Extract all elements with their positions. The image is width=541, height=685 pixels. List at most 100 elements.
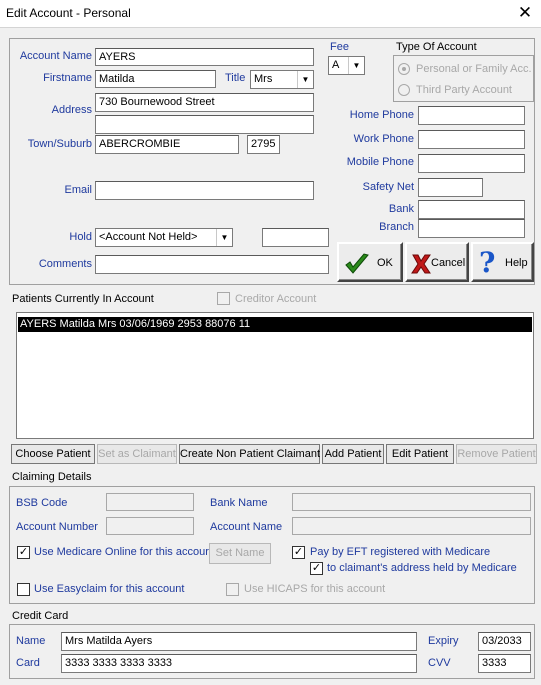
town-label: Town/Suburb	[27, 138, 92, 150]
cvv-label: CVV	[428, 657, 451, 669]
work-phone-label: Work Phone	[353, 133, 414, 145]
card-number-field[interactable]: 3333 3333 3333 3333	[61, 654, 417, 673]
chevron-down-icon: ▼	[348, 57, 364, 74]
email-label: Email	[64, 184, 92, 196]
add-patient-label: Add Patient	[324, 448, 382, 460]
account-number-label: Account Number	[16, 521, 98, 533]
red-x-icon	[411, 254, 431, 274]
work-phone-field[interactable]	[418, 130, 525, 149]
hold-select[interactable]: <Account Not Held> ▼	[95, 228, 233, 247]
email-field[interactable]	[95, 181, 314, 200]
expiry-label: Expiry	[428, 635, 459, 647]
account-name-label: Account Name	[19, 50, 92, 62]
create-non-patient-label: Create Non Patient Claimant	[180, 448, 321, 460]
bsb-code-field[interactable]	[106, 493, 194, 511]
hold-extra-field[interactable]	[262, 228, 329, 247]
edit-patient-button[interactable]: Edit Patient	[386, 444, 454, 464]
title-select[interactable]: Mrs ▼	[250, 70, 314, 89]
medicare-online-label: Use Medicare Online for this accour	[34, 546, 209, 558]
help-label: Help	[505, 257, 528, 269]
checkmark-icon	[345, 253, 369, 274]
cvv-field[interactable]: 3333	[478, 654, 531, 673]
address-line2-field[interactable]	[95, 115, 314, 134]
account-name-field[interactable]: AYERS	[95, 48, 314, 66]
address-line1-field[interactable]: 730 Bournewood Street	[95, 93, 314, 112]
home-phone-label: Home Phone	[349, 109, 414, 121]
fee-select-value: A	[332, 59, 340, 71]
close-button[interactable]: ✕	[516, 3, 534, 23]
medicare-online-checkbox[interactable]: ✓	[17, 546, 30, 559]
mobile-phone-label: Mobile Phone	[346, 156, 414, 168]
comments-field[interactable]	[95, 255, 329, 274]
set-as-claimant-label: Set as Claimant	[98, 448, 176, 460]
bank-name-label: Bank Name	[210, 497, 268, 509]
safety-net-label: Safety Net	[362, 181, 414, 193]
postcode-field[interactable]: 2795	[247, 135, 280, 154]
choose-patient-button[interactable]: Choose Patient	[11, 444, 95, 464]
home-phone-field[interactable]	[418, 106, 525, 125]
firstname-field[interactable]: Matilda	[95, 70, 216, 88]
firstname-label: Firstname	[43, 72, 92, 84]
window-title: Edit Account - Personal	[6, 6, 131, 20]
ok-label: OK	[377, 257, 393, 269]
hold-select-value: <Account Not Held>	[99, 231, 198, 243]
branch-label: Branch	[379, 221, 414, 233]
chevron-down-icon: ▼	[216, 229, 232, 246]
remove-patient-label: Remove Patient	[457, 448, 536, 460]
title-label: Title	[225, 72, 246, 84]
add-patient-button[interactable]: Add Patient	[322, 444, 384, 464]
personal-account-radio[interactable]	[398, 63, 410, 75]
easyclaim-label: Use Easyclaim for this account	[34, 583, 185, 595]
pay-by-eft-checkbox[interactable]: ✓	[292, 546, 305, 559]
edit-patient-label: Edit Patient	[391, 448, 449, 460]
credit-card-label: Credit Card	[12, 610, 69, 622]
ok-button[interactable]: OK	[337, 242, 403, 282]
claim-account-name-label: Account Name	[210, 521, 283, 533]
bank-name-field[interactable]	[292, 493, 531, 511]
set-name-button[interactable]: Set Name	[209, 543, 271, 564]
chevron-down-icon: ▼	[297, 71, 313, 88]
third-party-radio[interactable]	[398, 84, 410, 96]
type-of-account-label: Type Of Account	[396, 41, 477, 53]
claim-account-name-field[interactable]	[292, 517, 531, 535]
help-button[interactable]: ? Help	[471, 242, 534, 282]
remove-patient-button[interactable]: Remove Patient	[456, 444, 537, 464]
town-field[interactable]: ABERCROMBIE	[95, 135, 239, 154]
third-party-label: Third Party Account	[416, 84, 512, 96]
expiry-field[interactable]: 03/2033	[478, 632, 531, 651]
address-label: Address	[51, 104, 92, 116]
branch-field[interactable]	[418, 219, 525, 238]
bank-field[interactable]	[418, 200, 525, 219]
card-name-label: Name	[16, 635, 46, 647]
hold-label: Hold	[69, 231, 92, 243]
pay-by-eft-label: Pay by EFT registered with Medicare	[310, 546, 491, 558]
fee-label: Fee	[330, 41, 349, 53]
choose-patient-label: Choose Patient	[15, 448, 91, 460]
creditor-account-label: Creditor Account	[235, 293, 317, 305]
account-number-field[interactable]	[106, 517, 194, 535]
set-as-claimant-button[interactable]: Set as Claimant	[97, 444, 177, 464]
comments-label: Comments	[38, 258, 92, 270]
bank-label: Bank	[388, 203, 414, 215]
title-select-value: Mrs	[254, 73, 273, 85]
fee-select[interactable]: A ▼	[328, 56, 365, 75]
easyclaim-checkbox[interactable]	[17, 583, 30, 596]
cancel-button[interactable]: Cancel	[405, 242, 469, 282]
help-question-icon: ?	[479, 246, 496, 279]
card-number-label: Card	[16, 657, 40, 669]
set-name-label: Set Name	[215, 547, 265, 559]
to-claimant-label: to claimant's address held by Medicare	[327, 562, 517, 574]
to-claimant-checkbox[interactable]: ✓	[310, 562, 323, 575]
safety-net-field[interactable]	[418, 178, 483, 197]
card-name-field[interactable]: Mrs Matilda Ayers	[61, 632, 417, 651]
bsb-code-label: BSB Code	[16, 497, 68, 509]
mobile-phone-field[interactable]	[418, 154, 525, 173]
hicaps-label: Use HICAPS for this account	[244, 583, 386, 595]
hicaps-checkbox[interactable]	[226, 583, 239, 596]
create-non-patient-claimant-button[interactable]: Create Non Patient Claimant	[179, 444, 320, 464]
patient-list-item[interactable]: AYERS Matilda Mrs 03/06/1969 2953 88076 …	[18, 317, 532, 332]
claiming-details-label: Claiming Details	[12, 471, 92, 483]
personal-account-label: Personal or Family Acc.	[416, 63, 532, 75]
cancel-label: Cancel	[431, 257, 466, 269]
creditor-account-checkbox[interactable]	[217, 292, 230, 305]
